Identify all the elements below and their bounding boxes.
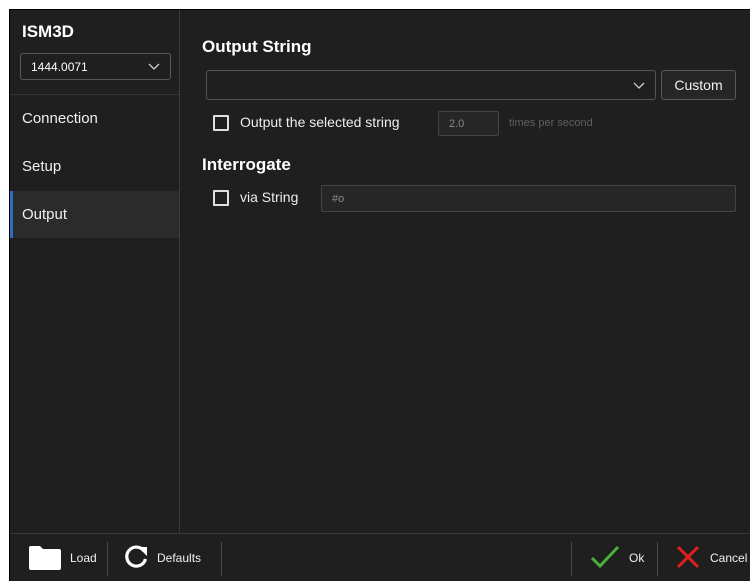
- footer-divider: [657, 542, 658, 576]
- via-string-checkbox[interactable]: [213, 190, 229, 206]
- footer-divider: [221, 542, 222, 576]
- ok-button[interactable]: Ok: [590, 534, 644, 581]
- sidebar-item-label: Connection: [22, 110, 98, 127]
- defaults-label: Defaults: [157, 551, 202, 565]
- footer-divider: [107, 542, 108, 576]
- load-label: Load: [70, 551, 97, 565]
- cancel-button[interactable]: Cancel: [675, 534, 747, 581]
- chevron-down-icon: [633, 77, 645, 98]
- cancel-label: Cancel: [710, 551, 748, 565]
- settings-window: ISM3D 1444.0071 Connection Setup Output …: [9, 9, 750, 581]
- sidebar: ISM3D 1444.0071 Connection Setup Output: [10, 10, 180, 533]
- sidebar-item-output[interactable]: Output: [10, 191, 179, 238]
- custom-button[interactable]: Custom: [661, 70, 736, 100]
- footer-toolbar: Load Defaults Ok Cancel: [10, 533, 750, 581]
- rate-input[interactable]: 2.0: [438, 111, 499, 136]
- load-button[interactable]: Load: [28, 534, 97, 581]
- defaults-button[interactable]: Defaults: [123, 534, 201, 581]
- checkmark-icon: [590, 544, 620, 573]
- footer-divider: [571, 542, 572, 576]
- sidebar-item-setup[interactable]: Setup: [10, 143, 179, 190]
- output-string-title: Output String: [202, 37, 312, 56]
- output-selected-string-checkbox[interactable]: [213, 115, 229, 131]
- interrogate-string-input[interactable]: #o: [321, 185, 736, 212]
- via-string-label: via String: [240, 189, 299, 205]
- rate-unit-label: times per second: [509, 117, 593, 129]
- output-selected-string-label: Output the selected string: [240, 114, 400, 130]
- device-select[interactable]: 1444.0071: [20, 53, 171, 80]
- sidebar-item-connection[interactable]: Connection: [10, 95, 179, 142]
- output-string-combo[interactable]: [206, 70, 656, 100]
- device-title: ISM3D: [22, 22, 74, 41]
- interrogate-title: Interrogate: [202, 155, 291, 174]
- close-icon: [675, 544, 701, 573]
- sidebar-item-label: Setup: [22, 158, 62, 175]
- refresh-icon: [123, 544, 149, 573]
- chevron-down-icon: [148, 60, 160, 74]
- sidebar-item-label: Output: [22, 206, 68, 223]
- folder-icon: [28, 543, 62, 574]
- ok-label: Ok: [629, 551, 645, 565]
- main-panel: Output String Custom Output the selected…: [180, 10, 750, 533]
- device-select-value: 1444.0071: [31, 59, 88, 74]
